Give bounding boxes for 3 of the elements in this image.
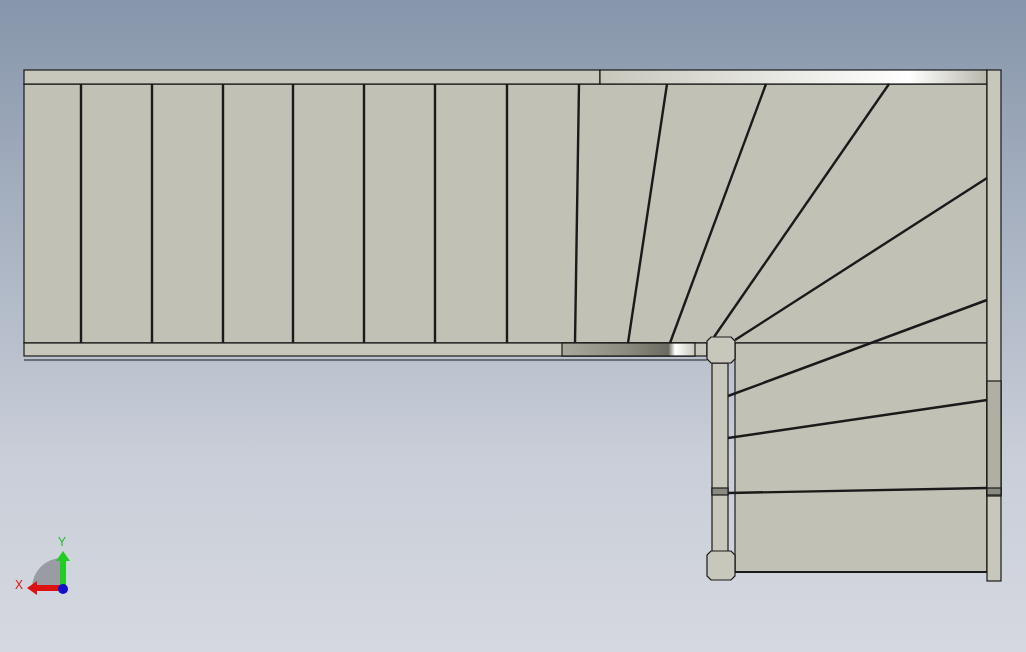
x-axis-label: X: [15, 578, 23, 592]
origin-dot-icon: [58, 584, 68, 594]
y-axis-label: Y: [58, 535, 66, 549]
